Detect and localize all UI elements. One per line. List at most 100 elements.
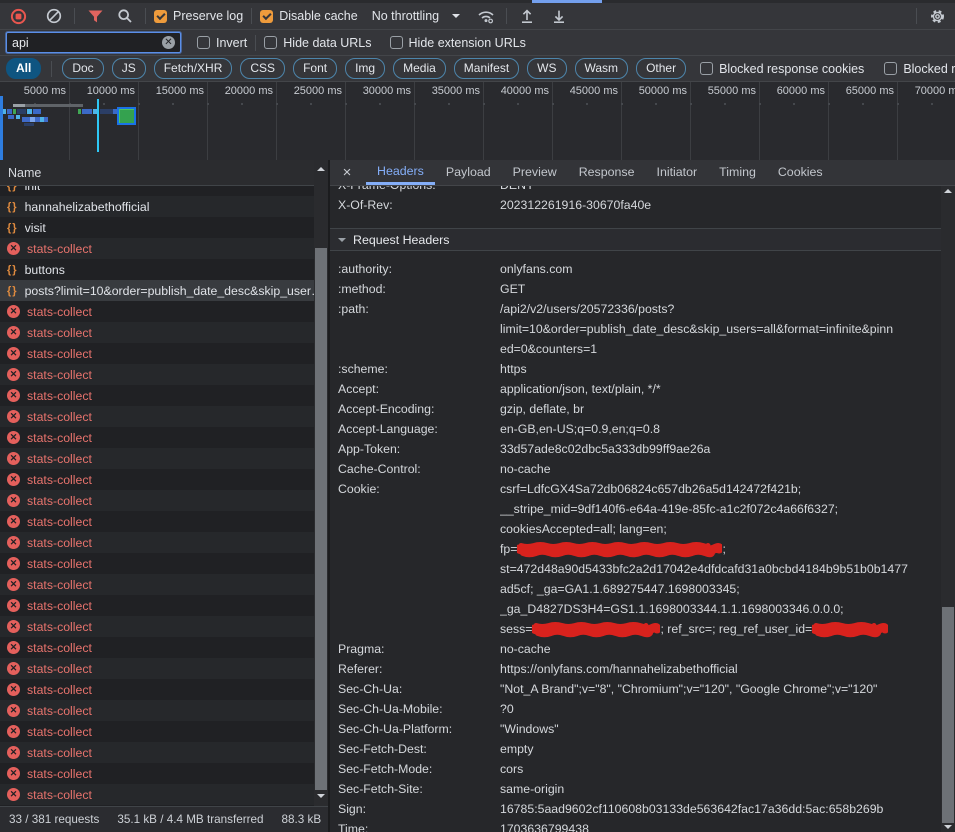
export-har-button[interactable] [547,5,571,27]
request-row[interactable]: ✕stats-collect [0,763,328,784]
filter-pill-other[interactable]: Other [636,58,686,79]
header-row: Sign:16785:5aad9602cf110608b03133de56364… [330,799,941,819]
hide-data-urls-checkbox[interactable]: Hide data URLs [264,36,371,50]
header-value-line: 33d57ade8c02dbc5a333db99ff9ae26a [500,439,941,459]
filter-pill-doc[interactable]: Doc [62,58,103,79]
record-icon [10,8,27,25]
scroll-up-arrow[interactable] [317,167,325,171]
filter-pill-font[interactable]: Font [293,58,337,79]
record-button[interactable] [6,5,30,27]
request-row[interactable]: ✕stats-collect [0,784,328,805]
request-row[interactable]: ✕stats-collect [0,700,328,721]
request-row[interactable]: ✕stats-collect [0,553,328,574]
error-icon: ✕ [7,725,20,738]
request-name: stats-collect [27,683,92,697]
import-har-button[interactable] [515,5,539,27]
clear-button[interactable] [42,5,66,27]
filter-toggle-button[interactable] [83,5,107,27]
scroll-up-arrow[interactable] [944,189,952,193]
header-row: Sec-Ch-Ua:"Not_A Brand";v="8", "Chromium… [330,679,941,699]
request-row[interactable]: ✕stats-collect [0,364,328,385]
filter-pill-wasm[interactable]: Wasm [575,58,629,79]
tab-timing[interactable]: Timing [708,160,767,185]
error-icon: ✕ [7,326,20,339]
header-value-line: empty [500,739,941,759]
request-row[interactable]: {}init [0,186,328,196]
request-headers-section-header[interactable]: Request Headers [330,228,941,251]
resource-type-filter-bar: All Doc JS Fetch/XHR CSS Font Img Media Manifest… [0,56,955,82]
preserve-log-checkbox[interactable]: Preserve log [154,9,243,23]
header-row: Sec-Ch-Ua-Mobile:?0 [330,699,941,719]
header-row: Accept-Encoding:gzip, deflate, br [330,399,941,419]
request-row[interactable]: ✕stats-collect [0,469,328,490]
throttling-dropdown[interactable]: No throttling [372,9,460,23]
request-row[interactable]: {}hannahelizabethofficial [0,196,328,217]
transferred-size: 35.1 kB / 4.4 MB transferred [108,813,272,826]
tab-response[interactable]: Response [568,160,646,185]
invert-checkbox[interactable]: Invert [197,36,247,50]
request-row[interactable]: ✕stats-collect [0,511,328,532]
request-row[interactable]: ✕stats-collect [0,448,328,469]
request-row[interactable]: ✕stats-collect [0,301,328,322]
request-row[interactable]: ✕stats-collect [0,574,328,595]
network-overview-timeline[interactable]: 5000 ms10000 ms15000 ms20000 ms25000 ms3… [0,82,955,161]
request-row[interactable]: ✕stats-collect [0,721,328,742]
header-value: no-cache [500,459,941,479]
settings-button[interactable] [925,5,949,27]
request-row[interactable]: ✕stats-collect [0,616,328,637]
request-row[interactable]: ✕stats-collect [0,343,328,364]
filter-input[interactable] [6,32,181,53]
search-button[interactable] [113,5,137,27]
request-row[interactable]: ✕stats-collect [0,406,328,427]
request-name: stats-collect [27,242,92,256]
request-row[interactable]: ✕stats-collect [0,679,328,700]
scroll-down-arrow[interactable] [317,794,325,798]
request-row[interactable]: ✕stats-collect [0,637,328,658]
tick-dot [241,103,243,105]
network-conditions-button[interactable] [474,5,498,27]
tab-initiator[interactable]: Initiator [646,160,709,185]
request-row[interactable]: ✕stats-collect [0,595,328,616]
json-braces-icon: {} [7,285,18,297]
scrollbar-thumb[interactable] [315,248,327,790]
hide-extension-urls-checkbox[interactable]: Hide extension URLs [390,36,526,50]
close-icon[interactable]: × [334,164,360,181]
request-list-scrollbar[interactable] [314,160,328,806]
filter-pill-js[interactable]: JS [112,58,146,79]
request-row[interactable]: {}visit [0,217,328,238]
tab-payload[interactable]: Payload [435,160,502,185]
request-row[interactable]: ✕stats-collect [0,532,328,553]
header-value-line: /api2/v2/users/20572336/posts? [500,299,941,319]
detail-panel-scrollbar[interactable] [941,186,955,832]
scrollbar-thumb[interactable] [942,607,954,823]
filter-pill-css[interactable]: CSS [240,58,285,79]
request-row[interactable]: ✕stats-collect [0,385,328,406]
request-row[interactable]: {}posts?limit=10&order=publish_date_desc… [0,280,328,301]
status-bar: 33 / 381 requests 35.1 kB / 4.4 MB trans… [0,806,328,832]
request-row[interactable]: ✕stats-collect [0,238,328,259]
filter-pill-all[interactable]: All [6,58,41,79]
filter-pill-img[interactable]: Img [345,58,385,79]
detail-tabs: HeadersPayloadPreviewResponseInitiatorTi… [366,160,834,185]
tab-headers[interactable]: Headers [366,160,435,185]
tab-cookies[interactable]: Cookies [767,160,834,185]
filter-pill-manifest[interactable]: Manifest [454,58,519,79]
blocked-response-cookies-checkbox[interactable]: Blocked response cookies [700,62,864,76]
scroll-down-arrow[interactable] [944,825,952,829]
tab-preview[interactable]: Preview [502,160,568,185]
request-row[interactable]: ✕stats-collect [0,322,328,343]
request-row[interactable]: ✕stats-collect [0,490,328,511]
clear-filter-icon[interactable]: ✕ [162,36,175,49]
request-row[interactable]: ✕stats-collect [0,658,328,679]
name-column-header[interactable]: Name [0,160,328,186]
request-row[interactable]: {}buttons [0,259,328,280]
waterfall-bar [27,109,32,114]
filter-pill-media[interactable]: Media [393,58,446,79]
overview-drag-handle[interactable] [0,96,3,160]
request-row[interactable]: ✕stats-collect [0,742,328,763]
disable-cache-checkbox[interactable]: Disable cache [260,9,358,23]
filter-pill-ws[interactable]: WS [527,58,566,79]
request-row[interactable]: ✕stats-collect [0,427,328,448]
blocked-requests-checkbox[interactable]: Blocked requests [884,62,955,76]
filter-pill-fetch-xhr[interactable]: Fetch/XHR [154,58,233,79]
